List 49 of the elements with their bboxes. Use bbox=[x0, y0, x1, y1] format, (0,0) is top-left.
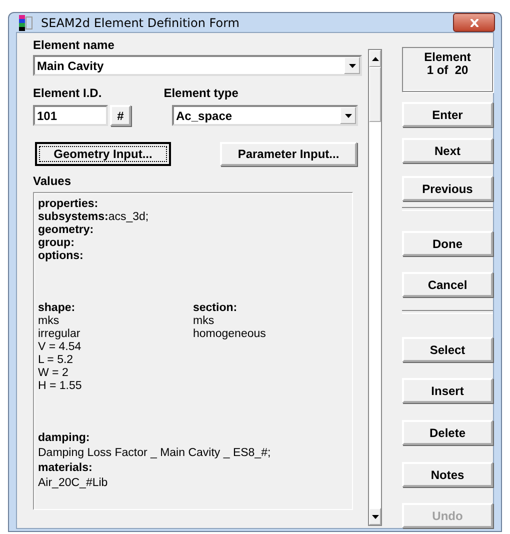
value-line: V = 4.54 bbox=[38, 341, 82, 354]
value-line: properties: bbox=[38, 198, 100, 211]
action-button[interactable]: Next bbox=[402, 138, 493, 163]
field-label: Element type bbox=[164, 86, 238, 100]
value-heading: section: bbox=[193, 302, 238, 315]
input-button[interactable]: Geometry Input... bbox=[35, 142, 171, 166]
value-line: options: bbox=[38, 250, 84, 263]
section-label: Values bbox=[33, 174, 72, 188]
value-line: geometry: bbox=[38, 224, 95, 237]
value-line: mks bbox=[193, 315, 216, 328]
value-line: L = 5.2 bbox=[38, 354, 74, 367]
action-button[interactable]: Done bbox=[402, 231, 493, 256]
value-line: irregular bbox=[38, 328, 82, 341]
scroll-up-icon bbox=[372, 56, 378, 60]
number-button[interactable]: # bbox=[110, 105, 131, 126]
app-icon bbox=[19, 14, 35, 30]
value-line: W = 2 bbox=[38, 367, 70, 380]
scroll-down-icon bbox=[372, 514, 378, 518]
value-line: homogeneous bbox=[193, 328, 267, 341]
input-button[interactable]: Parameter Input... bbox=[220, 142, 357, 166]
element-type-combobox[interactable]: Ac_space bbox=[172, 105, 358, 126]
element-name-combobox[interactable]: Main Cavity bbox=[33, 55, 362, 76]
action-button[interactable]: Previous bbox=[402, 176, 493, 201]
value-line: Damping Loss Factor _ Main Cavity _ ES8_#; bbox=[38, 447, 272, 460]
dropdown-arrow-icon bbox=[348, 64, 356, 68]
action-button[interactable]: Insert bbox=[402, 378, 493, 403]
field-label: Element name bbox=[33, 38, 116, 52]
dropdown-arrow-icon bbox=[344, 114, 352, 118]
value-heading: damping: bbox=[38, 432, 91, 445]
field-label: Element I.D. bbox=[33, 86, 102, 100]
action-button[interactable]: Select bbox=[402, 337, 493, 362]
value-line: mks bbox=[38, 315, 60, 328]
value-line: subsystems:acs_3d; bbox=[38, 211, 150, 224]
value-line: group: bbox=[38, 237, 76, 250]
element-id-field[interactable]: 101 bbox=[33, 105, 108, 126]
window-title: SEAM2d Element Definition Form bbox=[41, 16, 240, 30]
action-button[interactable]: Cancel bbox=[402, 272, 493, 297]
action-button[interactable]: Enter bbox=[402, 102, 493, 127]
value-heading: materials: bbox=[38, 462, 94, 475]
close-icon bbox=[470, 18, 478, 26]
scrollbar[interactable] bbox=[368, 49, 382, 526]
value-heading: shape: bbox=[38, 302, 76, 315]
value-line: Air_20C_#Lib bbox=[38, 477, 109, 490]
scroll-thumb[interactable] bbox=[369, 67, 381, 122]
element-counter: Element 1 of 20 bbox=[402, 47, 493, 92]
value-line: H = 1.55 bbox=[38, 380, 83, 393]
close-button[interactable] bbox=[453, 13, 495, 32]
action-button[interactable]: Notes bbox=[402, 462, 493, 487]
action-button[interactable]: Delete bbox=[402, 420, 493, 445]
